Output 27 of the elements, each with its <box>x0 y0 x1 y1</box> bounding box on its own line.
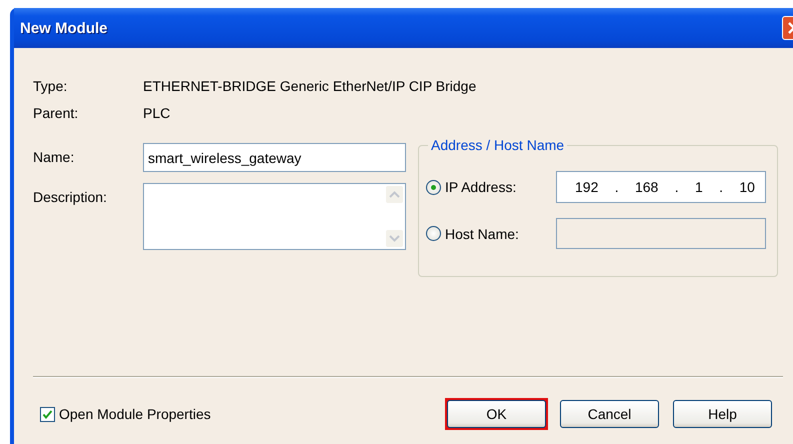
field-label: Parent: <box>33 105 80 121</box>
radio-button[interactable] <box>426 226 441 241</box>
field-value: PLC <box>143 105 172 121</box>
radio-label: Host Name: <box>445 226 520 242</box>
radio-button[interactable] <box>426 180 441 194</box>
dialog-button[interactable]: OK <box>447 400 546 428</box>
ip-octet: 168 <box>634 179 658 195</box>
dialog-button[interactable]: Help <box>673 400 772 428</box>
checkbox[interactable] <box>40 406 55 422</box>
field-label: Description: <box>33 188 108 207</box>
octet-separator: . <box>614 179 619 195</box>
name-field[interactable]: smart_wireless_gateway <box>143 143 406 172</box>
ip-octet: 1 <box>694 179 703 195</box>
window-title: New Module <box>20 20 108 36</box>
field-label: Type: <box>33 78 68 94</box>
radio-label: IP Address: <box>445 179 518 195</box>
dialog-button[interactable]: Cancel <box>560 400 659 428</box>
group-title: Address / Host Name <box>428 137 568 153</box>
host-name-field[interactable] <box>556 218 766 249</box>
ip-octet: 10 <box>739 179 755 195</box>
ip-octet: 192 <box>575 179 598 195</box>
octet-separator: . <box>674 179 679 195</box>
octet-separator: . <box>719 179 723 195</box>
field-label: Name: <box>33 148 76 167</box>
field-value: ETHERNET-BRIDGE Generic EtherNet/IP CIP Bridge <box>143 78 478 94</box>
ip-address-field[interactable]: 192 . 168 . 1 . 10 <box>556 171 766 203</box>
checkbox-label: Open Module Properties <box>59 406 211 422</box>
